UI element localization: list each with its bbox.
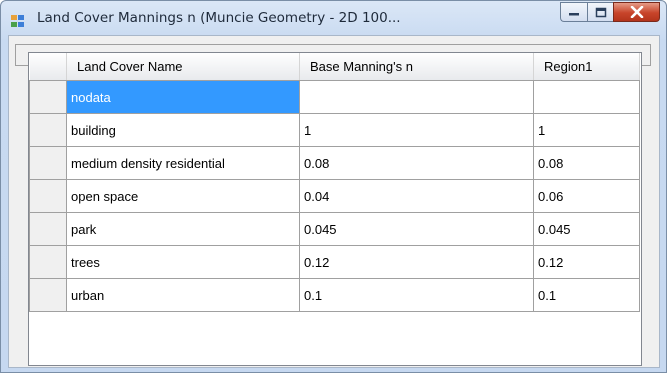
cell-base-mannings-n[interactable]: 0.045 — [299, 212, 534, 246]
cell-base-mannings-n[interactable]: 0.1 — [299, 278, 534, 312]
row-header[interactable] — [29, 179, 67, 213]
close-icon — [630, 6, 643, 18]
minimize-icon — [569, 13, 579, 16]
row-header[interactable] — [29, 80, 67, 114]
cell-base-mannings-n[interactable]: 0.04 — [299, 179, 534, 213]
maximize-button[interactable] — [587, 2, 613, 22]
table-row: medium density residential 0.08 0.08 — [29, 146, 640, 180]
cell-region1[interactable]: 0.12 — [533, 245, 640, 279]
row-header[interactable] — [29, 146, 67, 180]
header-row: Land Cover Name Base Manning's n Region1 — [29, 53, 640, 81]
cell-land-cover-name[interactable]: park — [66, 212, 300, 246]
table-row: nodata — [29, 80, 640, 114]
window: Land Cover Mannings n (Muncie Geometry -… — [0, 0, 667, 373]
title-bar[interactable]: Land Cover Mannings n (Muncie Geometry -… — [1, 1, 666, 35]
cell-base-mannings-n[interactable]: 0.12 — [299, 245, 534, 279]
cell-base-mannings-n[interactable]: 0.08 — [299, 146, 534, 180]
column-header-base-mannings-n[interactable]: Base Manning's n — [299, 53, 534, 81]
row-header[interactable] — [29, 245, 67, 279]
cell-land-cover-name[interactable]: urban — [66, 278, 300, 312]
cell-land-cover-name[interactable]: open space — [66, 179, 300, 213]
land-cover-table: Land Cover Name Base Manning's n Region1… — [29, 53, 640, 312]
cell-region1[interactable]: 1 — [533, 113, 640, 147]
table-row: park 0.045 0.045 — [29, 212, 640, 246]
table-row: urban 0.1 0.1 — [29, 278, 640, 312]
cell-base-mannings-n[interactable]: 1 — [299, 113, 534, 147]
maximize-icon — [595, 7, 606, 17]
cell-region1[interactable]: 0.06 — [533, 179, 640, 213]
cell-land-cover-name[interactable]: trees — [66, 245, 300, 279]
close-button[interactable] — [613, 2, 660, 22]
cell-region1[interactable]: 0.045 — [533, 212, 640, 246]
cell-base-mannings-n[interactable] — [299, 80, 534, 114]
column-header-land-cover-name[interactable]: Land Cover Name — [66, 53, 300, 81]
table-row: open space 0.04 0.06 — [29, 179, 640, 213]
land-cover-grid[interactable]: Land Cover Name Base Manning's n Region1… — [28, 52, 642, 366]
cell-region1[interactable] — [533, 80, 640, 114]
row-header-corner[interactable] — [29, 53, 67, 81]
column-header-region1[interactable]: Region1 — [533, 53, 640, 81]
cell-land-cover-name[interactable]: building — [66, 113, 300, 147]
table-row: trees 0.12 0.12 — [29, 245, 640, 279]
datagrid-app-icon[interactable] — [11, 15, 27, 29]
table-row: building 1 1 — [29, 113, 640, 147]
cell-land-cover-name[interactable]: nodata — [66, 80, 300, 114]
row-header[interactable] — [29, 278, 67, 312]
cell-land-cover-name[interactable]: medium density residential — [66, 146, 300, 180]
row-header[interactable] — [29, 212, 67, 246]
minimize-button[interactable] — [560, 2, 587, 22]
caption-buttons — [560, 2, 660, 24]
cell-region1[interactable]: 0.08 — [533, 146, 640, 180]
window-title: Land Cover Mannings n (Muncie Geometry -… — [37, 10, 401, 26]
row-header[interactable] — [29, 113, 67, 147]
cell-region1[interactable]: 0.1 — [533, 278, 640, 312]
